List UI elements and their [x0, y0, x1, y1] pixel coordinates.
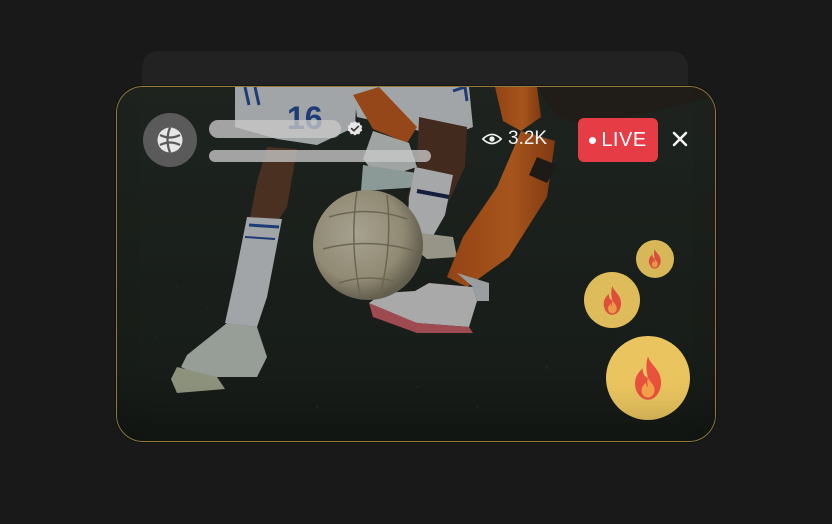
- fire-icon: [634, 356, 662, 400]
- app-background: 16 3.2K LIVE: [0, 0, 832, 524]
- live-badge-label: LIVE: [601, 128, 647, 151]
- fire-icon: [649, 249, 661, 269]
- eye-icon: [482, 133, 502, 145]
- channel-avatar[interactable]: [143, 113, 197, 167]
- close-icon: [672, 131, 688, 147]
- live-stream-card[interactable]: 16 3.2K LIVE: [117, 87, 715, 441]
- fire-icon: [603, 285, 621, 315]
- channel-name-placeholder[interactable]: [209, 120, 341, 138]
- live-indicator-dot: [589, 136, 597, 144]
- fire-reaction-small: [636, 240, 674, 278]
- live-badge: LIVE: [578, 118, 658, 162]
- viewer-count-text: 3.2K: [508, 128, 548, 149]
- close-button[interactable]: [667, 125, 693, 153]
- sports-ball-icon: [157, 127, 183, 153]
- viewer-count: 3.2K: [482, 127, 547, 151]
- fire-reaction-large: [606, 336, 690, 420]
- fire-reaction-medium: [584, 272, 640, 328]
